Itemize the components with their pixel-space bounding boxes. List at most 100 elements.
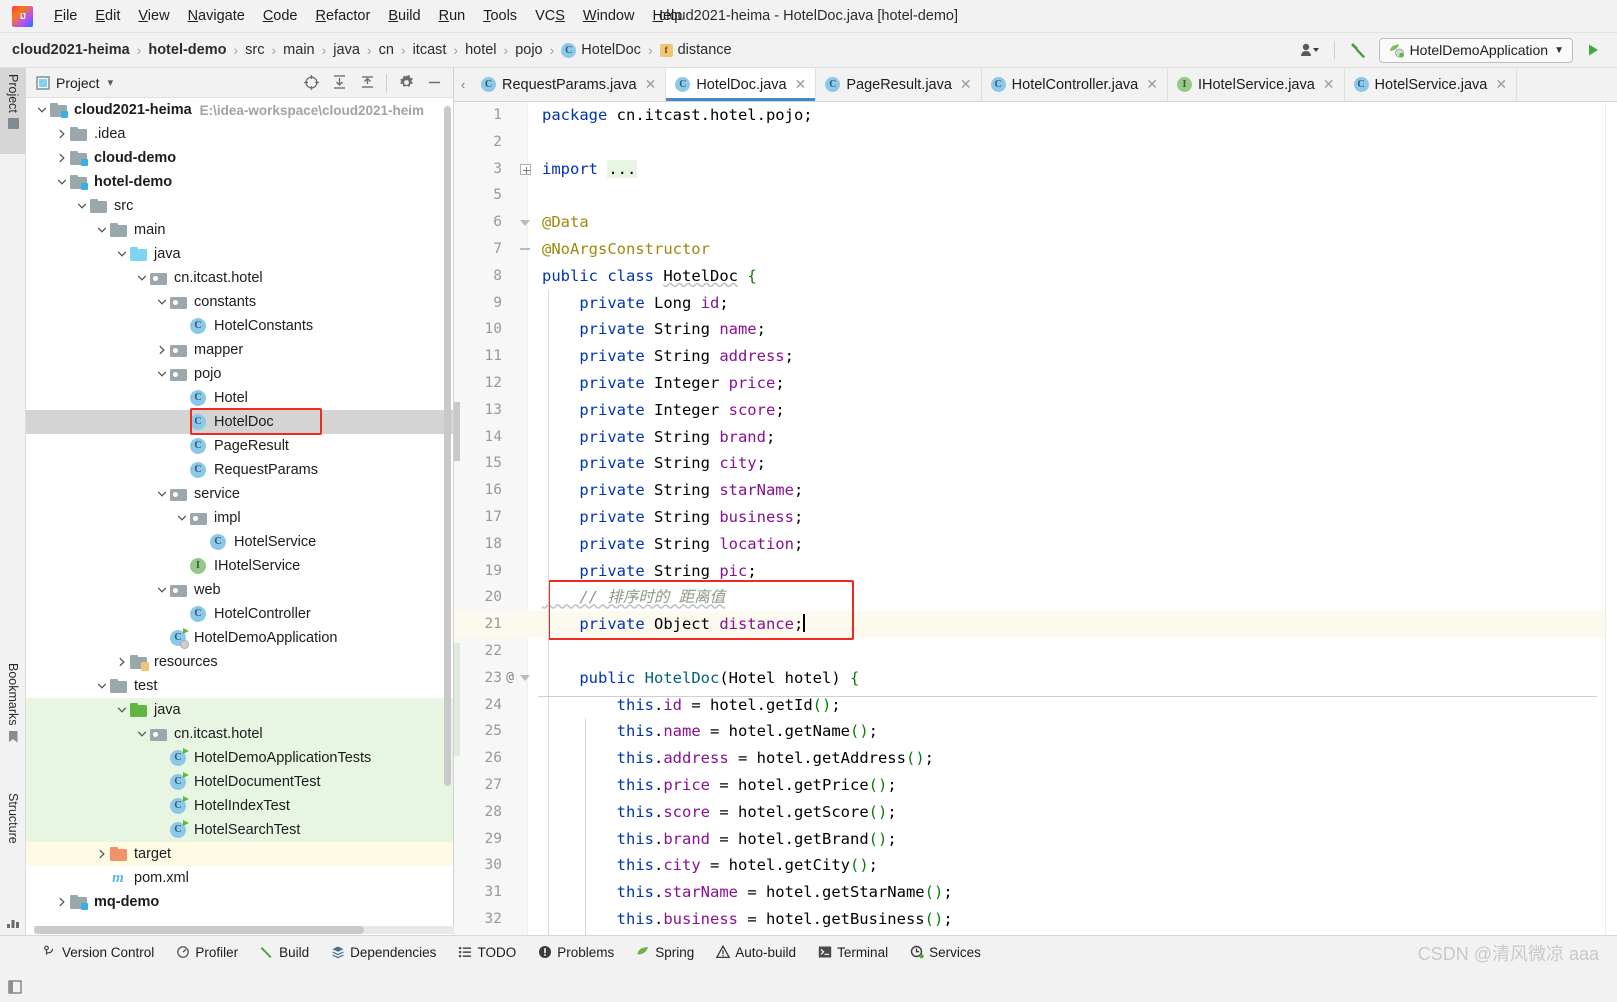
tree-node-hotelcontroller[interactable]: C HotelController [26, 602, 453, 626]
project-tree-scrollbar[interactable] [444, 106, 451, 786]
menu-run[interactable]: Run [430, 5, 475, 27]
editor-tab-hoteldoc-java[interactable]: C HotelDoc.java ✕ [666, 68, 817, 101]
tree-node-mq-demo[interactable]: mq-demo [26, 890, 453, 914]
code-line[interactable]: 11 private String address; [454, 343, 1617, 370]
tree-node-mapper[interactable]: mapper [26, 338, 453, 362]
tree-node-hoteldemoapplicationtests[interactable]: C HotelDemoApplicationTests [26, 746, 453, 770]
code-line[interactable]: 13 private Integer score; [454, 397, 1617, 424]
chevron-left-icon[interactable]: ‹ [454, 68, 472, 101]
close-icon[interactable]: ✕ [1323, 76, 1335, 93]
tree-node-service[interactable]: service [26, 482, 453, 506]
code-line[interactable]: 10 private String name; [454, 316, 1617, 343]
tree-node-hoteldocumenttest[interactable]: C HotelDocumentTest [26, 770, 453, 794]
breadcrumb-item-cloud2021-heima[interactable]: cloud2021-heima [12, 42, 130, 58]
tree-node-hoteldoc[interactable]: C HotelDoc [26, 410, 453, 434]
menu-file[interactable]: File [45, 5, 86, 27]
tree-node-impl[interactable]: impl [26, 506, 453, 530]
project-tree[interactable]: cloud2021-heima E:\idea-workspace\cloud20… [26, 98, 453, 935]
code-line[interactable]: 21 private Object distance; [454, 611, 1617, 638]
menu-refactor[interactable]: Refactor [307, 5, 380, 27]
code-line[interactable]: 30 this.city = hotel.getCity(); [454, 852, 1617, 879]
editor-scrollbar[interactable] [1605, 102, 1617, 935]
chevron-down-icon[interactable]: ▾ [108, 76, 114, 89]
fold-expand-icon[interactable] [518, 156, 532, 183]
code-line[interactable]: 14 private String brand; [454, 424, 1617, 451]
sidebar-item-project[interactable]: Project [0, 68, 26, 154]
code-line[interactable]: 23 @ public HotelDoc(Hotel hotel) { [454, 665, 1617, 692]
tree-node-cloud2021-heima[interactable]: cloud2021-heima E:\idea-workspace\cloud20… [26, 98, 453, 122]
chevron-down-icon[interactable] [154, 486, 170, 502]
tree-node-pojo[interactable]: pojo [26, 362, 453, 386]
tree-node-cn-itcast-hotel[interactable]: cn.itcast.hotel [26, 266, 453, 290]
code-content[interactable]: 1 package cn.itcast.hotel.pojo; 2 3 import .… [454, 102, 1617, 935]
tree-node-web[interactable]: web [26, 578, 453, 602]
code-line[interactable]: 9 private Long id; [454, 290, 1617, 317]
sidebar-item-structure[interactable]: Structure [0, 787, 26, 877]
breadcrumb-item-hotel-demo[interactable]: hotel-demo [148, 42, 226, 58]
chevron-down-icon[interactable] [134, 726, 150, 742]
status-bar-version-control[interactable]: Version Control [34, 942, 163, 963]
tree-node-hotel[interactable]: C Hotel [26, 386, 453, 410]
code-line[interactable]: 12 private Integer price; [454, 370, 1617, 397]
run-configuration-selector[interactable]: HotelDemoApplication ▼ [1378, 37, 1573, 63]
chevron-down-icon[interactable] [74, 198, 90, 214]
fold-collapse-icon[interactable] [518, 209, 532, 236]
close-icon[interactable]: ✕ [960, 76, 972, 93]
menu-vcs[interactable]: VCS [526, 5, 574, 27]
tree-node-constants[interactable]: constants [26, 290, 453, 314]
menu-code[interactable]: Code [254, 5, 307, 27]
editor-tab-ihotelservice-java[interactable]: I IHotelService.java ✕ [1168, 68, 1345, 101]
tree-node-java[interactable]: java [26, 242, 453, 266]
status-bar-problems[interactable]: Problems [529, 942, 623, 963]
close-icon[interactable]: ✕ [645, 76, 657, 93]
tree-node-resources[interactable]: resources [26, 650, 453, 674]
chevron-right-icon[interactable] [54, 150, 70, 166]
editor-tab-pageresult-java[interactable]: C PageResult.java ✕ [816, 68, 982, 101]
close-icon[interactable]: ✕ [1495, 76, 1507, 93]
chevron-down-icon[interactable] [114, 702, 130, 718]
breadcrumb-item-distance[interactable]: f distance [659, 42, 732, 58]
code-line[interactable]: 29 this.brand = hotel.getBrand(); [454, 826, 1617, 853]
user-account-icon[interactable] [1296, 38, 1324, 62]
menu-build[interactable]: Build [379, 5, 429, 27]
status-bar-spring[interactable]: Spring [627, 942, 703, 963]
chevron-down-icon[interactable] [154, 366, 170, 382]
gutter-annotation-marker[interactable]: @ [502, 665, 518, 692]
close-icon[interactable]: ✕ [1146, 76, 1158, 93]
chevron-right-icon[interactable] [54, 894, 70, 910]
fold-region-icon[interactable] [518, 236, 532, 263]
code-line[interactable]: 19 private String pic; [454, 558, 1617, 585]
code-line[interactable]: 5 [454, 182, 1617, 209]
tree-node-java[interactable]: java [26, 698, 453, 722]
code-line[interactable]: 25 this.name = hotel.getName(); [454, 718, 1617, 745]
code-line[interactable]: 20 // 排序时的 距离值 [454, 584, 1617, 611]
breadcrumb-item-cn[interactable]: cn [379, 42, 394, 58]
status-bar-dependencies[interactable]: Dependencies [322, 942, 445, 963]
status-bar-auto-build[interactable]: Auto-build [707, 942, 805, 963]
menu-navigate[interactable]: Navigate [179, 5, 254, 27]
code-line[interactable]: 8 public class HotelDoc { [454, 263, 1617, 290]
tree-node--idea[interactable]: .idea [26, 122, 453, 146]
chevron-down-icon[interactable] [94, 678, 110, 694]
code-line[interactable]: 28 this.score = hotel.getScore(); [454, 799, 1617, 826]
code-line[interactable]: 1 package cn.itcast.hotel.pojo; [454, 102, 1617, 129]
code-line[interactable]: 17 private String business; [454, 504, 1617, 531]
chevron-down-icon[interactable] [94, 222, 110, 238]
hide-panel-icon[interactable] [421, 70, 447, 96]
chevron-down-icon[interactable] [54, 174, 70, 190]
menu-window[interactable]: Window [574, 5, 644, 27]
close-icon[interactable]: ✕ [795, 76, 807, 93]
breadcrumb-item-hotel[interactable]: hotel [465, 42, 496, 58]
breadcrumb-item-java[interactable]: java [333, 42, 360, 58]
chevron-down-icon[interactable] [154, 294, 170, 310]
menu-tools[interactable]: Tools [474, 5, 526, 27]
fold-collapse-icon[interactable] [518, 665, 532, 692]
chevron-down-icon[interactable] [114, 246, 130, 262]
scroll-from-source-icon[interactable] [298, 70, 324, 96]
collapse-all-icon[interactable] [354, 70, 380, 96]
chevron-down-icon[interactable]: ▼ [1554, 45, 1564, 56]
code-line[interactable]: 18 private String location; [454, 531, 1617, 558]
code-line[interactable]: 15 private String city; [454, 450, 1617, 477]
settings-gear-icon[interactable] [393, 70, 419, 96]
breadcrumb-item-itcast[interactable]: itcast [413, 42, 447, 58]
